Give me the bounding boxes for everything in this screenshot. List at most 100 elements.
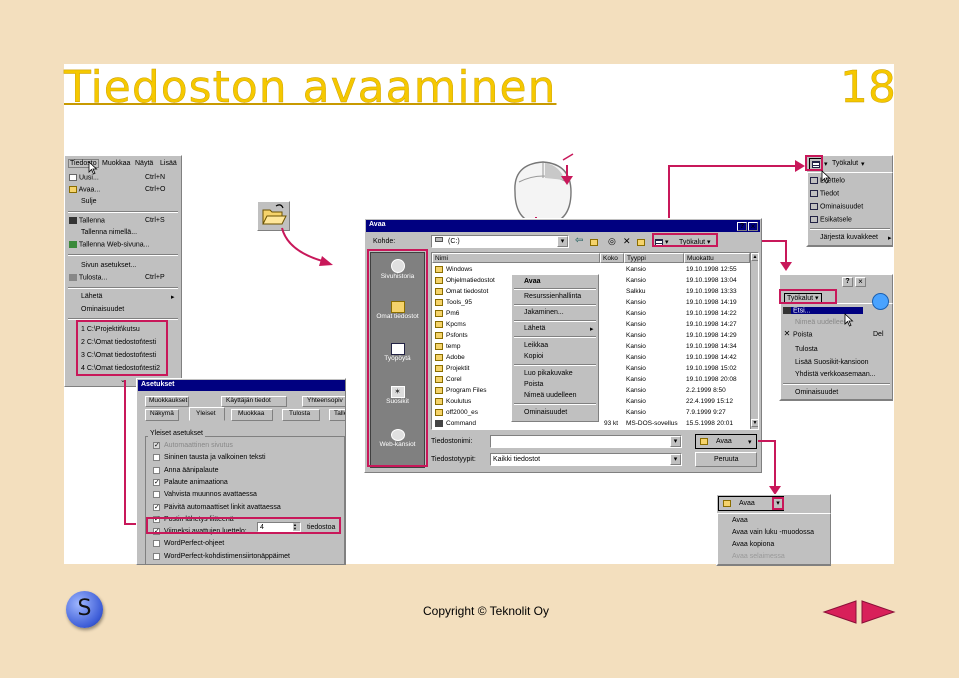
open-as-copy[interactable]: Avaa kopiona	[732, 541, 774, 548]
menu-item-save-web[interactable]: Tallenna Web-sivuna...	[69, 241, 150, 248]
tools-button[interactable]: Työkalut	[832, 160, 858, 167]
option-checkbox-row[interactable]: ✓ Päivitä automaattiset linkit avattaessa	[153, 503, 343, 513]
arrange-icons[interactable]: Järjestä kuvakkeet ▸	[820, 234, 892, 242]
page-number: 18	[840, 62, 896, 113]
tools-map-drive[interactable]: Yhdistä verkkoasemaan...	[795, 371, 876, 378]
checkbox[interactable]	[153, 552, 160, 560]
checkbox[interactable]: ✓	[153, 478, 160, 486]
tools-delete[interactable]: ✕ Poista Del	[783, 329, 891, 339]
menu-item-save[interactable]: Tallenna Ctrl+S	[69, 217, 177, 224]
context-properties[interactable]: Ominaisuudet	[524, 409, 567, 416]
file-date: 15.5.1998 20:01	[686, 420, 733, 427]
chevron-down-icon[interactable]: ▾	[557, 236, 568, 247]
menu-item-send[interactable]: Lähetä ▸	[81, 293, 177, 301]
menu-item-properties[interactable]: Ominaisuudet	[81, 306, 124, 313]
checkbox[interactable]	[153, 454, 160, 462]
context-create-shortcut[interactable]: Luo pikakuvake	[524, 370, 573, 377]
checkbox[interactable]: ✓	[153, 503, 160, 511]
menu-item-save-as[interactable]: Tallenna nimellä...	[81, 229, 137, 236]
open-read-only[interactable]: Avaa vain luku -muodossa	[732, 529, 814, 536]
open-dropdown-button[interactable]: ▾	[772, 497, 784, 510]
look-in-dropdown[interactable]: (C:) ▾	[431, 235, 569, 248]
menu-muokkaa[interactable]: Muokkaa	[102, 160, 130, 167]
slide-title: Tiedoston avaaminen	[64, 62, 557, 113]
column-modified[interactable]: Muokattu	[684, 253, 750, 263]
help-button[interactable]: ?	[842, 277, 853, 287]
chevron-down-icon[interactable]: ▾	[748, 438, 752, 446]
tools-print[interactable]: Tulosta	[795, 346, 818, 353]
option-checkbox-row[interactable]: ✓ Palaute animaationa	[153, 478, 343, 488]
vertical-scrollbar[interactable]: ▲ ▼	[750, 253, 758, 429]
context-rename[interactable]: Nimeä uudelleen	[524, 392, 577, 399]
menu-item-new[interactable]: Uusi... Ctrl+N	[69, 174, 177, 181]
delete-x-icon[interactable]: ✕	[623, 235, 631, 247]
file-type: Kansio	[626, 398, 646, 405]
option-checkbox-row[interactable]: WordPerfect-ohjeet	[153, 539, 343, 549]
copyright-text: Copyright © Teknolit Oy	[423, 604, 550, 618]
option-label: Palaute animaationa	[164, 478, 228, 486]
previous-slide-arrow-icon[interactable]	[822, 599, 858, 625]
tab-print[interactable]: Tulosta	[282, 409, 320, 421]
scroll-down-arrow-icon[interactable]: ▼	[751, 419, 758, 427]
cancel-button[interactable]: Peruuta	[695, 452, 757, 467]
tab-user-info[interactable]: Käyttäjän tiedot	[221, 396, 287, 407]
column-size[interactable]: Koko	[600, 253, 624, 263]
open-normal[interactable]: Avaa	[732, 517, 748, 524]
tab-compatibility[interactable]: Yhteensopiv	[302, 396, 345, 407]
search-web-icon[interactable]: ◎	[608, 235, 616, 247]
scroll-up-arrow-icon[interactable]: ▲	[751, 253, 758, 261]
menu-nayta[interactable]: Näytä	[135, 160, 153, 167]
tools-add-favorites[interactable]: Lisää Suosikit-kansioon	[795, 359, 869, 366]
menu-lisaa[interactable]: Lisää	[160, 160, 177, 167]
context-sharing[interactable]: Jakaminen...	[524, 309, 564, 316]
file-date: 19.10.1998 14:34	[686, 343, 737, 350]
column-type[interactable]: Tyyppi	[624, 253, 684, 263]
view-properties[interactable]: Ominaisuudet	[810, 203, 863, 210]
close-button[interactable]: ×	[748, 222, 758, 231]
option-checkbox-row[interactable]: ✓ Automaattinen sivutus	[153, 441, 343, 451]
checkbox[interactable]	[153, 466, 160, 474]
context-delete[interactable]: Poista	[524, 381, 543, 388]
context-cut[interactable]: Leikkaa	[524, 342, 548, 349]
menu-item-print[interactable]: Tulosta... Ctrl+P	[69, 274, 177, 281]
filetype-select[interactable]: Kaikki tiedostot ▾	[490, 453, 682, 466]
help-button[interactable]: ?	[737, 222, 747, 231]
chevron-down-icon[interactable]: ▾	[670, 454, 681, 465]
tools-properties[interactable]: Ominaisuudet	[795, 389, 838, 396]
tab-save[interactable]: Talle	[329, 409, 345, 421]
checkbox[interactable]	[153, 540, 160, 548]
context-explorer[interactable]: Resurssienhallinta	[524, 293, 581, 300]
option-checkbox-row[interactable]: WordPerfect-kohdistimensiirtonäppäimet	[153, 552, 343, 562]
tab-view[interactable]: Näkymä	[145, 409, 179, 421]
tab-general[interactable]: Yleiset	[189, 407, 225, 421]
filename-input[interactable]: ▾	[490, 435, 682, 448]
save-icon	[69, 217, 77, 224]
delete-x-icon: ✕	[783, 329, 791, 338]
context-send-to[interactable]: Lähetä ▸	[524, 325, 596, 333]
column-name[interactable]: Nimi	[432, 253, 600, 263]
option-checkbox-row[interactable]: Anna äänipalaute	[153, 466, 343, 476]
next-slide-arrow-icon[interactable]	[860, 599, 896, 625]
option-label: Vahvista muunnos avattaessa	[164, 491, 257, 499]
option-checkbox-row[interactable]: Sininen tausta ja valkoinen teksti	[153, 453, 343, 463]
tab-edit[interactable]: Muokkaa	[231, 409, 273, 421]
chevron-down-icon[interactable]: ▾	[670, 436, 681, 447]
option-checkbox-row[interactable]: Vahvista muunnos avattaessa	[153, 490, 343, 500]
checkbox[interactable]: ✓	[153, 442, 160, 449]
tab-edits[interactable]: Muokkaukset	[145, 396, 189, 407]
view-preview[interactable]: Esikatsele	[810, 216, 852, 223]
up-folder-icon[interactable]	[590, 237, 598, 249]
checkbox[interactable]	[153, 491, 160, 499]
view-details[interactable]: Tiedot	[810, 190, 839, 197]
menu-item-page-setup[interactable]: Sivun asetukset...	[81, 262, 136, 269]
new-folder-icon[interactable]	[637, 237, 645, 249]
context-copy[interactable]: Kopioi	[524, 353, 543, 360]
close-button[interactable]: ×	[855, 277, 866, 287]
back-arrow-icon[interactable]: ⇦	[575, 235, 583, 247]
application-icon	[435, 420, 443, 427]
context-open[interactable]: Avaa	[524, 278, 540, 285]
menu-item-open[interactable]: Avaa... Ctrl+O	[69, 186, 177, 193]
views-dropdown-arrow-icon[interactable]: ▾	[824, 160, 828, 168]
open-button[interactable]: Avaa ▾	[695, 434, 757, 449]
menu-item-close[interactable]: Sulje	[81, 198, 97, 205]
